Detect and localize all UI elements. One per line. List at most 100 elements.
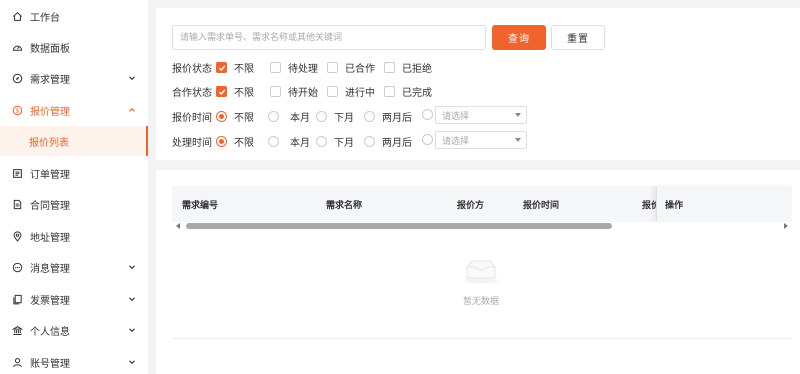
checkbox-icon[interactable] [327,86,338,97]
radio-icon[interactable] [316,111,327,122]
coop-status-option-in-progress[interactable]: 进行中 [327,84,375,99]
radio-icon[interactable] [364,136,375,147]
dollar-icon: $ [11,104,23,116]
home-icon [11,10,23,22]
sidebar-item-label: 地址管理 [30,232,70,244]
process-time-option-next-month[interactable]: 下月 [316,134,354,149]
sidebar-item-contract[interactable]: 合同管理 [0,188,148,220]
chevron-down-icon [128,263,136,271]
compass-icon [11,72,23,84]
quote-status-option-pending[interactable]: 待处理 [270,60,318,75]
checkbox-checked-icon[interactable] [216,86,227,97]
radio-icon[interactable] [422,134,433,145]
sidebar-item-label: 发票管理 [30,295,70,307]
sidebar-item-label: 消息管理 [30,263,70,275]
user-icon [11,356,23,368]
column-header-quote-time: 报价时间 [523,201,560,211]
column-header-demand-name: 需求名称 [326,201,363,211]
quote-time-select[interactable]: 请选择 [435,106,527,124]
chevron-up-icon [128,106,136,114]
radio-icon[interactable] [364,111,375,122]
process-time-option-two-months[interactable]: 两月后 [364,134,412,149]
radio-icon[interactable] [268,111,279,122]
empty-inbox-icon [464,260,498,284]
scroll-right-arrow-icon[interactable] [784,223,788,229]
column-header-quote-truncated: 报价 [642,201,656,211]
radio-checked-icon[interactable] [216,111,227,122]
quote-status-option-rejected[interactable]: 已拒绝 [384,60,432,75]
quote-status-option-cooperated[interactable]: 已合作 [327,60,375,75]
quote-status-label: 报价状态 [172,64,212,75]
filter-panel: 查询 重置 报价状态 不限 待处理 已合作 已拒绝 合作状态 不限 待开始 进行… [156,8,800,160]
sidebar-item-order[interactable]: 订单管理 [0,157,148,189]
sidebar-subitem-quote-list[interactable]: 报价列表 [0,126,148,156]
chevron-down-icon [128,358,136,366]
column-header-clipped: 报价 [642,186,656,223]
horizontal-scrollbar[interactable] [172,222,792,230]
query-button[interactable]: 查询 [492,25,546,50]
sidebar-item-label: 报价管理 [30,106,70,118]
fixed-column-header: 操作 [656,186,792,223]
process-time-option-any[interactable]: 不限 [216,134,254,149]
radio-checked-icon[interactable] [216,136,227,147]
column-header-actions: 操作 [665,201,684,211]
quote-time-option-this-month[interactable]: 本月 [268,109,310,124]
scroll-left-arrow-icon[interactable] [176,223,180,229]
sidebar-item-invoice[interactable]: 发票管理 [0,283,148,315]
caret-down-icon [515,138,521,142]
sidebar-item-profile[interactable]: 个人信息 [0,314,148,346]
chevron-down-icon [128,326,136,334]
coop-status-option-completed[interactable]: 已完成 [384,84,432,99]
sidebar-item-label: 需求管理 [30,74,70,86]
radio-icon[interactable] [316,136,327,147]
empty-state-text: 暂无数据 [462,297,499,307]
chevron-down-icon [128,74,136,82]
caret-down-icon [515,113,521,117]
process-time-option-custom[interactable] [422,134,433,145]
coop-status-option-any[interactable]: 不限 [216,84,254,99]
checkbox-icon[interactable] [270,86,281,97]
sidebar-item-dashboard[interactable]: 数据面板 [0,31,148,63]
checkbox-icon[interactable] [384,62,395,73]
table-header: 需求编号 需求名称 报价方 报价时间 报价 操作 [172,186,792,223]
column-header-quoter: 报价方 [457,201,485,211]
reset-button[interactable]: 重置 [551,25,605,50]
radio-icon[interactable] [268,136,279,147]
sidebar-item-label: 工作台 [30,12,60,24]
checkbox-icon[interactable] [327,62,338,73]
checkbox-icon[interactable] [384,86,395,97]
quote-time-option-two-months[interactable]: 两月后 [364,109,412,124]
quote-time-option-next-month[interactable]: 下月 [316,109,354,124]
sidebar-item-workbench[interactable]: 工作台 [0,0,148,32]
sidebar-item-label: 个人信息 [30,326,70,338]
list-icon [11,167,23,179]
bank-icon [11,324,23,336]
sidebar: 工作台 数据面板 需求管理 $ 报价管理 报价列表 订单管理 合同管理 地址管理… [0,0,148,374]
checkbox-icon[interactable] [270,62,281,73]
quote-status-option-any[interactable]: 不限 [216,60,254,75]
radio-icon[interactable] [422,109,433,120]
sidebar-item-label: 数据面板 [30,43,70,55]
chevron-down-icon [128,295,136,303]
sidebar-item-label: 订单管理 [30,169,70,181]
chat-icon [11,261,23,273]
sidebar-item-account[interactable]: 账号管理 [0,346,148,374]
location-icon [11,230,23,242]
table-panel: 需求编号 需求名称 报价方 报价时间 报价 操作 暂无数据 [156,170,800,374]
process-time-option-this-month[interactable]: 本月 [268,134,310,149]
sidebar-subitem-label: 报价列表 [29,137,69,149]
sidebar-item-quote[interactable]: $ 报价管理 [0,94,148,126]
coop-status-option-not-started[interactable]: 待开始 [270,84,318,99]
sidebar-item-demand[interactable]: 需求管理 [0,62,148,94]
checkbox-checked-icon[interactable] [216,62,227,73]
search-input[interactable] [172,25,486,50]
quote-time-option-any[interactable]: 不限 [216,109,254,124]
column-header-demand-no: 需求编号 [182,201,219,211]
invoice-icon [11,293,23,305]
scrollbar-thumb[interactable] [186,223,612,229]
sidebar-item-address[interactable]: 地址管理 [0,220,148,252]
sidebar-item-message[interactable]: 消息管理 [0,251,148,283]
sidebar-item-label: 账号管理 [30,358,70,370]
quote-time-option-custom[interactable] [422,109,433,120]
process-time-select[interactable]: 请选择 [435,131,527,149]
